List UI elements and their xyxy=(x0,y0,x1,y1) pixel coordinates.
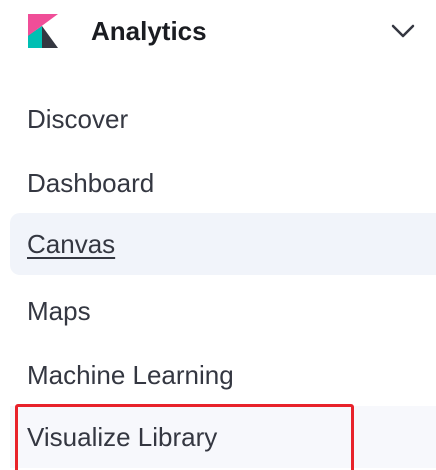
nav-item-label: Dashboard xyxy=(27,168,155,198)
nav-item-label: Visualize Library xyxy=(27,422,218,452)
chevron-down-icon[interactable] xyxy=(388,20,418,42)
nav-item-label: Maps xyxy=(27,296,91,326)
nav-item-label: Machine Learning xyxy=(27,360,234,390)
analytics-group-header[interactable]: Analytics xyxy=(0,0,436,64)
nav-item-visualize-library[interactable]: Visualize Library xyxy=(10,406,436,468)
analytics-nav-group: Analytics Discover Dashboard Canvas Maps… xyxy=(0,0,436,470)
nav-item-label: Canvas xyxy=(27,229,116,259)
nav-item-dashboard[interactable]: Dashboard xyxy=(10,152,436,214)
nav-item-machine-learning[interactable]: Machine Learning xyxy=(10,344,436,406)
group-title: Analytics xyxy=(91,16,207,46)
nav-item-discover[interactable]: Discover xyxy=(10,88,436,150)
nav-item-label: Discover xyxy=(27,104,129,134)
nav-item-canvas[interactable]: Canvas xyxy=(10,213,436,275)
kibana-logo-icon xyxy=(28,14,58,48)
nav-item-maps[interactable]: Maps xyxy=(10,280,436,342)
